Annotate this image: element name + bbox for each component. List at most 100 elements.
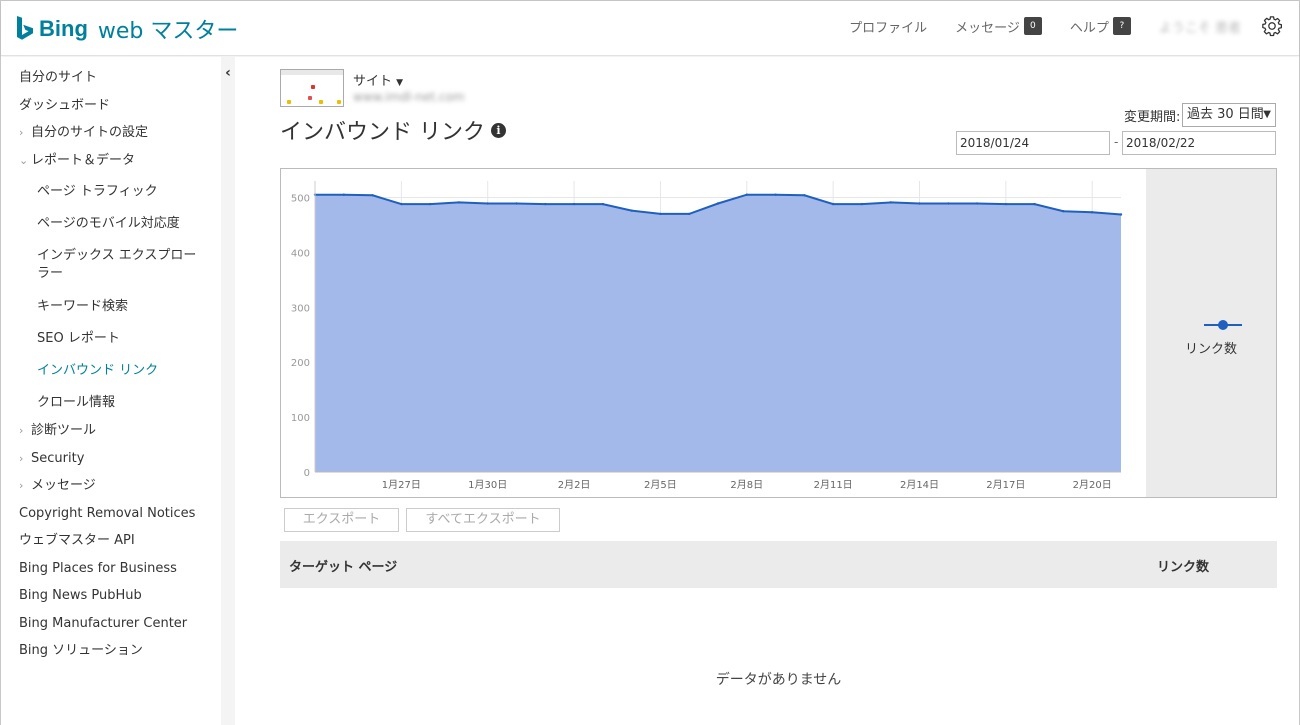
sidebar-item-security[interactable]: › Security	[19, 450, 84, 468]
x-tick-label: 2月20日	[1073, 479, 1112, 491]
data-point	[918, 202, 921, 205]
brand-name: Bing	[39, 16, 88, 41]
data-point	[774, 193, 777, 196]
sidebar-item-my-sites[interactable]: 自分のサイト	[19, 69, 97, 87]
bing-b-icon	[17, 16, 33, 40]
x-tick-label: 2月5日	[644, 479, 677, 491]
chevron-right-icon: ›	[19, 452, 24, 465]
sidebar-item-reports[interactable]: ⌄ レポート＆データ	[19, 152, 135, 170]
page-title: インバウンド リンク i	[280, 114, 506, 146]
chart-legend: リンク数	[1146, 169, 1276, 497]
x-tick-label: 2月11日	[814, 479, 853, 491]
data-point	[486, 202, 489, 205]
data-point	[457, 201, 461, 204]
brand-product: web マスター	[97, 19, 239, 44]
chevron-right-icon: ›	[19, 126, 24, 139]
x-tick-label: 2月17日	[986, 479, 1025, 491]
messages-count-badge: 0	[1023, 17, 1042, 35]
sidebar-item-inbound-links[interactable]: インバウンド リンク	[37, 362, 158, 380]
sidebar-item-label: メッセージ	[31, 478, 96, 493]
y-tick-label: 100	[291, 413, 310, 424]
chart-plot: 0 100 200 300 400 500 1月27日 1月30日 2月2日 2月5日 2月8日 2月…	[291, 181, 1123, 491]
data-point	[1004, 202, 1008, 206]
y-tick-label: 200	[291, 358, 310, 369]
sidebar-item-label: レポート＆データ	[31, 153, 136, 168]
sidebar-panel: 自分のサイト ダッシュボード › 自分のサイトの設定 ⌄ レポート＆データ ページ …	[1, 57, 221, 725]
data-point	[544, 202, 547, 206]
x-tick-label: 2月2日	[558, 479, 591, 491]
main-content: サイト ▼ www.imdl-net.com インバウンド リンク i 変更期間…	[235, 57, 1299, 725]
column-target-page[interactable]: ターゲット ページ	[289, 556, 397, 575]
sidebar-item-diagnostic-tools[interactable]: › 診断ツール	[19, 422, 96, 440]
sidebar-item-page-traffic[interactable]: ページ トラフィック	[37, 183, 158, 201]
date-from-input[interactable]	[956, 131, 1110, 155]
chevron-down-icon: ⌄	[19, 154, 29, 167]
sidebar-item-dashboard[interactable]: ダッシュボード	[19, 97, 110, 115]
help-badge: ?	[1112, 17, 1131, 35]
help-link[interactable]: ヘルプ ?	[1070, 17, 1131, 36]
period-value: 過去 30 日間	[1187, 107, 1264, 122]
sidebar-item-copyright-removal[interactable]: Copyright Removal Notices	[19, 505, 195, 523]
chevron-right-icon: ›	[19, 424, 24, 437]
data-point	[659, 212, 662, 216]
data-point	[803, 194, 806, 197]
chevron-right-icon: ›	[19, 479, 24, 492]
sidebar-item-index-explorer[interactable]: インデックス エクスプローラー	[37, 247, 207, 283]
no-data-message: データがありません	[715, 672, 842, 688]
inbound-links-chart: 0 100 200 300 400 500 1月27日 1月30日 2月2日 2月5日 2月8日 2月…	[280, 168, 1277, 498]
data-point	[630, 209, 633, 212]
data-point	[1091, 211, 1094, 214]
sidebar-item-label: Security	[31, 451, 85, 466]
site-url: www.imdl-net.com	[353, 90, 465, 104]
y-tick-label: 0	[304, 468, 310, 479]
export-button[interactable]: エクスポート	[284, 508, 399, 532]
data-point	[860, 202, 864, 206]
data-point	[342, 193, 345, 196]
site-label: サイト	[353, 74, 393, 89]
sidebar-item-webmaster-api[interactable]: ウェブマスター API	[19, 532, 135, 550]
gear-icon[interactable]	[1261, 15, 1283, 37]
sidebar-item-bing-news-pubhub[interactable]: Bing News PubHub	[19, 587, 142, 605]
legend-series-label: リンク数	[1184, 342, 1237, 357]
date-to-input[interactable]	[1122, 131, 1276, 155]
sidebar-item-crawl-info[interactable]: クロール情報	[37, 394, 115, 412]
data-point	[831, 202, 835, 206]
export-all-button[interactable]: すべてエクスポート	[406, 508, 560, 532]
info-icon[interactable]: i	[491, 122, 506, 138]
sidebar-item-bing-places[interactable]: Bing Places for Business	[19, 560, 177, 578]
data-point	[1119, 213, 1123, 216]
data-point	[371, 194, 374, 197]
messages-label: メッセージ	[955, 20, 1020, 36]
x-tick-label: 2月14日	[900, 479, 939, 491]
date-separator: -	[1114, 135, 1119, 149]
data-point	[688, 212, 691, 216]
x-tick-label: 1月30日	[468, 479, 507, 491]
period-select[interactable]: 過去 30 日間 ▼	[1182, 103, 1276, 127]
period-label: 変更期間:	[1124, 110, 1181, 125]
data-point	[601, 202, 605, 206]
data-point	[428, 202, 432, 206]
messages-link[interactable]: メッセージ 0	[955, 17, 1042, 36]
column-link-count[interactable]: リンク数	[1157, 556, 1209, 575]
table-header: ターゲット ページ リンク数	[280, 541, 1277, 588]
site-thumbnail	[280, 69, 344, 107]
welcome-user-menu[interactable]: ようこそ 患者	[1159, 17, 1241, 36]
sidebar-item-label: 自分のサイトの設定	[31, 125, 149, 140]
sidebar-item-mobile-friendliness[interactable]: ページのモバイル対応度	[37, 215, 180, 233]
site-selector[interactable]: サイト ▼	[353, 70, 403, 89]
caret-down-icon: ▼	[1263, 109, 1271, 120]
sidebar-item-messages[interactable]: › メッセージ	[19, 477, 96, 495]
sidebar-item-site-settings[interactable]: › 自分のサイトの設定	[19, 124, 148, 142]
profile-link[interactable]: プロファイル	[849, 17, 927, 36]
sidebar-item-bing-manufacturer-center[interactable]: Bing Manufacturer Center	[19, 615, 187, 633]
sidebar-item-bing-solutions[interactable]: Bing ソリューション	[19, 642, 143, 660]
y-tick-label: 500	[291, 193, 310, 204]
bing-logo[interactable]: Bing web マスター	[17, 14, 238, 44]
sidebar-item-seo-reports[interactable]: SEO レポート	[37, 330, 120, 348]
collapse-sidebar-icon[interactable]: ‹	[221, 65, 235, 81]
data-point	[889, 201, 892, 204]
sidebar: 自分のサイト ダッシュボード › 自分のサイトの設定 ⌄ レポート＆データ ページ …	[1, 57, 235, 725]
data-point	[1033, 202, 1036, 206]
sidebar-item-keyword-research[interactable]: キーワード検索	[37, 298, 128, 316]
data-point	[745, 193, 748, 196]
